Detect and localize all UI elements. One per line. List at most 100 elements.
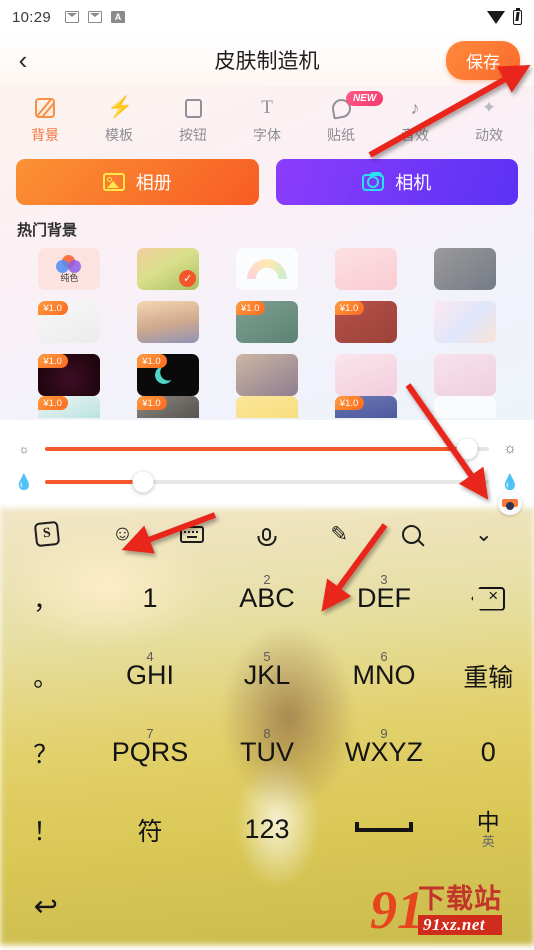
space-icon — [355, 821, 414, 832]
drop-large-icon: 💧 — [500, 473, 520, 491]
slider-knob[interactable] — [456, 438, 478, 459]
key-backspace[interactable] — [443, 560, 534, 637]
music-note-icon: ♪ — [410, 98, 420, 118]
key-space[interactable] — [326, 791, 443, 868]
price-badge: ¥1.0 — [38, 396, 68, 410]
key-符[interactable]: 符 — [91, 791, 208, 868]
album-label: 相册 — [135, 173, 172, 193]
status-bar: 10:29 A — [0, 0, 534, 34]
microphone-icon[interactable] — [252, 527, 282, 541]
key-MNO[interactable]: 6 MNO — [326, 637, 443, 714]
key-language-toggle[interactable]: 中 英 — [443, 791, 534, 868]
key-label: ！ — [33, 817, 59, 846]
tab-label: 模板 — [105, 127, 133, 143]
key-label: 123 — [244, 814, 290, 844]
status-right-icons — [487, 7, 522, 25]
tab-按钮[interactable]: 按钮 — [156, 96, 230, 145]
tab-音效[interactable]: ♪ 音效 — [378, 96, 452, 145]
tab-贴纸[interactable]: NEW 贴纸 — [304, 91, 384, 145]
background-thumbnail[interactable]: ✓ — [137, 248, 200, 290]
action-buttons: 相册 相机 — [0, 151, 534, 205]
background-thumbnail[interactable]: ¥1.0 — [38, 354, 101, 396]
key-DEF[interactable]: 3 DEF — [326, 560, 443, 637]
editor-panel: 背景 ⚡ 模板 按钮 T 字体 NEW 贴纸 ♪ 音效 ✦ 动效 相册 相机 热… — [0, 86, 534, 420]
background-thumbnail[interactable]: ¥1.0 — [334, 301, 397, 343]
key-enter[interactable]: ↩ — [0, 868, 91, 945]
background-thumbnail[interactable] — [137, 301, 200, 343]
key-JKL[interactable]: 5 JKL — [208, 637, 325, 714]
key-digit: 7 — [146, 726, 154, 741]
key-label: ？ — [33, 740, 59, 769]
save-button[interactable]: 保存 — [446, 40, 520, 80]
tab-label: 动效 — [475, 127, 503, 143]
key-sublabel: 英 — [481, 834, 495, 849]
key-重输[interactable]: 重输 — [443, 637, 534, 714]
background-thumbnail[interactable] — [235, 248, 298, 290]
collapse-keyboard-icon[interactable]: ⌄ — [469, 522, 499, 547]
key-digit: 3 — [380, 572, 388, 587]
slider-track[interactable] — [45, 438, 489, 459]
background-thumbnail[interactable] — [433, 354, 496, 396]
background-thumbnail[interactable] — [433, 396, 496, 418]
background-thumbnail[interactable] — [334, 354, 397, 396]
background-thumbnail[interactable] — [433, 248, 496, 290]
handwriting-icon[interactable]: ✎ — [324, 522, 354, 547]
key-！[interactable]: ！ — [0, 791, 91, 868]
tab-label: 贴纸 — [327, 127, 355, 143]
tab-字体[interactable]: T 字体 — [230, 96, 304, 145]
key-digit: 8 — [263, 726, 271, 741]
background-thumbnail[interactable] — [235, 396, 298, 418]
album-button[interactable]: 相册 — [16, 159, 259, 205]
back-button[interactable]: ‹ — [0, 37, 46, 83]
key-123[interactable]: 123 — [208, 791, 325, 868]
background-thumbnail[interactable]: ¥1.0 — [38, 396, 101, 418]
key-。[interactable]: 。 — [0, 637, 91, 714]
key-，[interactable]: ， — [0, 560, 91, 637]
key-？[interactable]: ？ — [0, 714, 91, 791]
emoji-icon[interactable]: ☺ — [107, 522, 137, 546]
key-digit: 4 — [146, 649, 154, 664]
background-thumbnail[interactable]: ¥1.0 — [334, 396, 397, 418]
key-GHI[interactable]: 4 GHI — [91, 637, 208, 714]
sun-small-icon: ☼ — [18, 441, 30, 456]
keyboard-icon[interactable] — [179, 525, 210, 543]
price-badge: ¥1.0 — [38, 354, 68, 368]
background-thumbnail[interactable] — [235, 354, 298, 396]
background-thumbnail[interactable] — [433, 301, 496, 343]
key-0[interactable]: 0 — [443, 714, 534, 791]
background-thumbnail[interactable] — [334, 248, 397, 290]
key-label: 。 — [33, 663, 59, 692]
sogou-logo-icon[interactable]: S — [33, 520, 65, 548]
camera-label: 相机 — [395, 173, 432, 193]
key-1[interactable]: 1 — [91, 560, 208, 637]
keyboard-toolbar: S ☺ ✎ ⌄ — [0, 491, 534, 560]
slider-knob[interactable] — [132, 471, 154, 492]
key-ABC[interactable]: 2 ABC — [208, 560, 325, 637]
envelope-icon — [88, 11, 103, 23]
key-TUV[interactable]: 8 TUV — [208, 714, 325, 791]
background-icon — [33, 96, 57, 120]
tab-模板[interactable]: ⚡ 模板 — [82, 96, 156, 145]
key-PQRS[interactable]: 7 PQRS — [91, 714, 208, 791]
tab-背景[interactable]: 背景 — [8, 96, 82, 145]
envelope-icon — [65, 11, 80, 23]
search-icon[interactable] — [397, 524, 427, 544]
tab-bar: 背景 ⚡ 模板 按钮 T 字体 NEW 贴纸 ♪ 音效 ✦ 动效 — [0, 86, 534, 151]
background-thumbnail[interactable]: ¥1.0 — [235, 301, 298, 343]
tab-label: 按钮 — [179, 127, 207, 143]
price-badge: ¥1.0 — [137, 396, 167, 410]
slider-blur: 💧 💧 — [14, 465, 520, 498]
camera-button[interactable]: 相机 — [275, 159, 518, 205]
background-thumbnail[interactable]: ¥1.0 — [137, 396, 200, 418]
slider-panel: ☼ ☼ 💧 💧 — [0, 420, 534, 508]
key-label: ABC — [239, 583, 295, 613]
key-label: JKL — [243, 660, 291, 690]
key-WXYZ[interactable]: 9 WXYZ — [326, 714, 443, 791]
background-thumbnail[interactable]: ¥1.0 — [137, 354, 200, 396]
key-label: TUV — [239, 737, 294, 767]
background-thumbnail[interactable]: 纯色 — [38, 248, 101, 290]
background-thumbnail[interactable]: ¥1.0 — [38, 301, 101, 343]
mascot-avatar[interactable] — [498, 491, 522, 515]
slider-track[interactable] — [45, 471, 489, 492]
tab-动效[interactable]: ✦ 动效 — [452, 96, 526, 145]
